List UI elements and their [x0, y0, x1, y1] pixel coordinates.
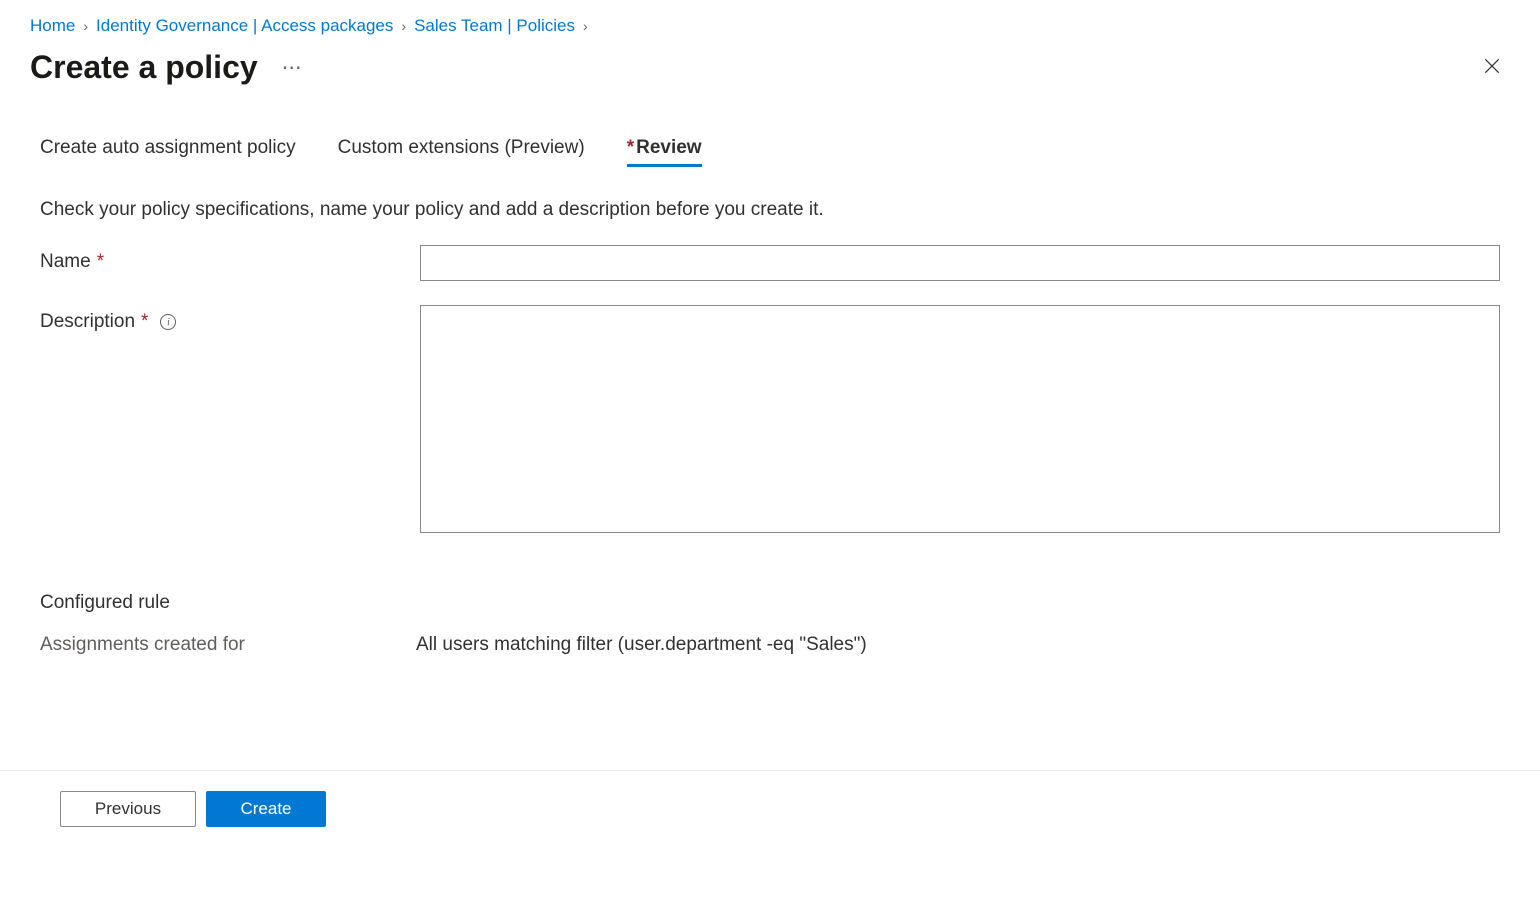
required-indicator: *	[627, 137, 634, 158]
chevron-right-icon: ›	[583, 18, 588, 34]
create-button[interactable]: Create	[206, 791, 326, 827]
name-input[interactable]	[420, 245, 1500, 281]
assignments-value: All users matching filter (user.departme…	[416, 634, 867, 656]
tab-custom-extensions[interactable]: Custom extensions (Preview)	[338, 137, 585, 167]
intro-text: Check your policy specifications, name y…	[40, 199, 1500, 221]
required-indicator: *	[141, 311, 148, 333]
tabs: Create auto assignment policy Custom ext…	[40, 137, 1500, 167]
tab-create-auto-assignment[interactable]: Create auto assignment policy	[40, 137, 296, 167]
tab-label: Create auto assignment policy	[40, 137, 296, 158]
description-textarea[interactable]	[420, 305, 1500, 533]
page-title: Create a policy	[30, 49, 258, 86]
name-label: Name *	[40, 245, 420, 273]
description-label: Description * i	[40, 305, 420, 333]
breadcrumb-sales-team-policies[interactable]: Sales Team | Policies	[414, 16, 575, 36]
main-content: Create auto assignment policy Custom ext…	[0, 107, 1540, 656]
breadcrumb-identity-governance[interactable]: Identity Governance | Access packages	[96, 16, 393, 36]
configured-rule-header: Configured rule	[40, 592, 1500, 614]
breadcrumb: Home › Identity Governance | Access pack…	[0, 0, 1540, 44]
footer: Previous Create	[0, 770, 1540, 847]
form-row-description: Description * i	[40, 305, 1500, 536]
more-icon[interactable]: ⋯	[278, 51, 308, 84]
close-icon	[1482, 56, 1502, 76]
tab-label: Review	[636, 137, 701, 158]
breadcrumb-home[interactable]: Home	[30, 16, 75, 36]
required-indicator: *	[97, 251, 104, 273]
info-icon[interactable]: i	[160, 314, 176, 330]
page-header: Create a policy ⋯	[0, 44, 1540, 107]
label-text: Name	[40, 251, 91, 273]
chevron-right-icon: ›	[83, 18, 88, 34]
close-button[interactable]	[1474, 48, 1510, 87]
assignments-label: Assignments created for	[40, 634, 416, 656]
previous-button[interactable]: Previous	[60, 791, 196, 827]
chevron-right-icon: ›	[401, 18, 406, 34]
form-row-name: Name *	[40, 245, 1500, 281]
summary-row-assignments: Assignments created for All users matchi…	[40, 634, 1500, 656]
tab-review[interactable]: *Review	[627, 137, 702, 167]
label-text: Description	[40, 311, 135, 333]
tab-label: Custom extensions (Preview)	[338, 137, 585, 158]
